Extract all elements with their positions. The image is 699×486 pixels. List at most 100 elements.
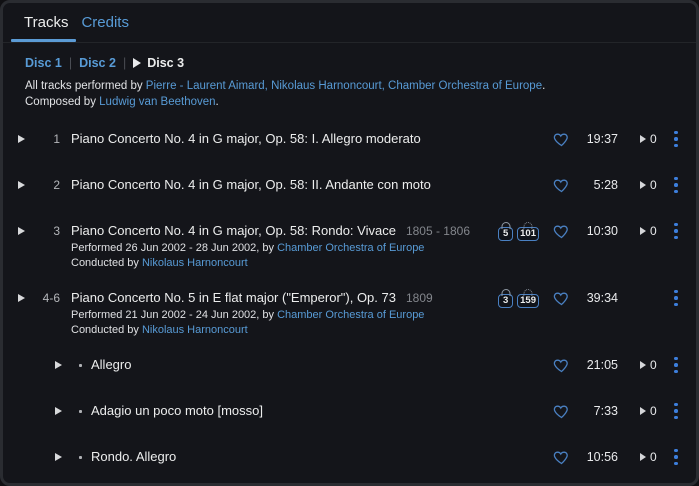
orchestra-link[interactable]: Chamber Orchestra of Europe — [277, 242, 424, 254]
track-title[interactable]: Piano Concerto No. 4 in G major, Op. 58:… — [71, 129, 543, 149]
favorite-heart-icon[interactable] — [553, 357, 570, 374]
composition-year: 1805 - 1806 — [405, 224, 470, 238]
composed-suffix: . — [215, 95, 219, 108]
track-title-cell: Piano Concerto No. 4 in G major, Op. 58:… — [71, 221, 488, 271]
badge-handle-dotted-icon — [523, 222, 533, 229]
play-icon — [55, 453, 62, 461]
favorite-heart-icon[interactable] — [553, 223, 570, 240]
movement-title[interactable]: Adagio un poco moto [mosso] — [91, 401, 543, 421]
track-menu-button[interactable] — [668, 289, 684, 307]
track-menu-button[interactable] — [668, 402, 684, 420]
conducted-detail: Conducted by Nikolaus Harnoncourt — [71, 256, 488, 271]
track-title-text: Piano Concerto No. 4 in G major, Op. 58:… — [71, 223, 396, 238]
track-row: 3 Piano Concerto No. 4 in G major, Op. 5… — [3, 208, 696, 275]
track-row: 2 Piano Concerto No. 4 in G major, Op. 5… — [3, 162, 696, 208]
work-title[interactable]: Piano Concerto No. 5 in E flat major ("E… — [71, 288, 488, 308]
track-menu-button[interactable] — [668, 356, 684, 374]
performed-detail: Performed 21 Jun 2002 - 24 Jun 2002, by … — [71, 308, 488, 323]
play-track-button[interactable] — [55, 355, 67, 375]
play-count: 0 — [630, 132, 664, 146]
movement-title-cell: Allegro — [91, 355, 543, 375]
track-title[interactable]: Piano Concerto No. 4 in G major, Op. 58:… — [71, 221, 488, 241]
track-title[interactable]: Piano Concerto No. 4 in G major, Op. 58:… — [71, 175, 543, 195]
album-credits-summary: All tracks performed by Pierre - Laurent… — [25, 79, 696, 110]
work-title-cell: Piano Concerto No. 5 in E flat major ("E… — [71, 288, 488, 338]
track-meta: 21:05 0 — [553, 355, 684, 375]
performed-detail-prefix: Performed 26 Jun 2002 - 28 Jun 2002, by — [71, 242, 278, 254]
play-count: 0 — [630, 404, 664, 418]
performed-by-line: All tracks performed by Pierre - Laurent… — [25, 79, 696, 95]
track-meta: 5 101 10:30 0 — [498, 221, 684, 241]
disc-3-current[interactable]: Disc 3 — [133, 56, 184, 70]
play-count-icon — [640, 181, 646, 189]
conducted-detail-prefix: Conducted by — [71, 324, 142, 336]
play-track-button[interactable] — [18, 175, 30, 195]
track-menu-button[interactable] — [668, 222, 684, 240]
conductor-link[interactable]: Nikolaus Harnoncourt — [142, 324, 248, 336]
movement-title-cell: Adagio un poco moto [mosso] — [91, 401, 543, 421]
tab-tracks[interactable]: Tracks — [10, 3, 77, 42]
disc-separator: | — [122, 56, 127, 70]
favorite-heart-icon[interactable] — [553, 449, 570, 466]
tab-credits[interactable]: Credits — [76, 3, 134, 42]
library-performances-badge[interactable]: 3 — [498, 289, 514, 308]
track-list: 1 Piano Concerto No. 4 in G major, Op. 5… — [3, 116, 696, 480]
track-menu-button[interactable] — [668, 176, 684, 194]
conducted-detail-prefix: Conducted by — [71, 257, 142, 269]
favorite-heart-icon[interactable] — [553, 177, 570, 194]
all-performances-badge[interactable]: 159 — [517, 289, 539, 308]
favorite-heart-icon[interactable] — [553, 290, 570, 307]
work-row: 4-6 Piano Concerto No. 5 in E flat major… — [3, 275, 696, 342]
performance-badges: 3 159 — [498, 288, 539, 308]
favorite-heart-icon[interactable] — [553, 131, 570, 148]
play-track-button[interactable] — [18, 221, 30, 241]
bullet-icon — [73, 401, 87, 421]
track-meta: 7:33 0 — [553, 401, 684, 421]
movement-row: Adagio un poco moto [mosso] 7:33 0 — [3, 388, 696, 434]
badge-handle-icon — [501, 289, 511, 296]
track-menu-button[interactable] — [668, 130, 684, 148]
all-performances-badge[interactable]: 101 — [517, 222, 539, 241]
play-track-button[interactable] — [55, 447, 67, 467]
track-number: 3 — [53, 224, 60, 238]
disc-1-link[interactable]: Disc 1 — [25, 56, 62, 70]
conductor-link[interactable]: Nikolaus Harnoncourt — [142, 257, 248, 269]
track-menu-button[interactable] — [668, 448, 684, 466]
play-icon — [18, 227, 25, 235]
work-title-text: Piano Concerto No. 5 in E flat major ("E… — [71, 290, 396, 305]
track-meta: 5:28 0 — [553, 175, 684, 195]
play-track-button[interactable] — [55, 401, 67, 421]
track-duration: 5:28 — [593, 178, 618, 192]
track-row: 1 Piano Concerto No. 4 in G major, Op. 5… — [3, 116, 696, 162]
play-triangle-icon — [133, 58, 142, 68]
track-duration: 10:30 — [586, 224, 618, 238]
library-performances-badge[interactable]: 5 — [498, 222, 514, 241]
disc-3-label: Disc 3 — [147, 56, 185, 70]
track-meta: 19:37 0 — [553, 129, 684, 149]
performance-badges: 5 101 — [498, 221, 539, 241]
disc-2-link[interactable]: Disc 2 — [79, 56, 116, 70]
play-icon — [55, 407, 62, 415]
disc-nav: Disc 1 | Disc 2 | Disc 3 — [25, 56, 696, 70]
badge-handle-icon — [501, 222, 511, 229]
play-count: 0 — [630, 224, 664, 238]
play-count-icon — [640, 135, 646, 143]
composer-link[interactable]: Ludwig van Beethoven — [99, 96, 215, 108]
track-meta: 10:56 0 — [553, 447, 684, 467]
favorite-heart-icon[interactable] — [553, 403, 570, 420]
performed-detail-prefix: Performed 21 Jun 2002 - 24 Jun 2002, by — [71, 309, 278, 321]
play-count-icon — [640, 453, 646, 461]
track-duration: 21:05 — [586, 358, 618, 372]
movement-title[interactable]: Allegro — [91, 355, 543, 375]
track-duration: 19:37 — [586, 132, 618, 146]
track-title-cell: Piano Concerto No. 4 in G major, Op. 58:… — [71, 175, 543, 195]
badge-handle-dotted-icon — [523, 289, 533, 296]
play-count: 0 — [630, 450, 664, 464]
play-count: 0 — [630, 358, 664, 372]
orchestra-link[interactable]: Chamber Orchestra of Europe — [277, 309, 424, 321]
play-work-button[interactable] — [18, 288, 30, 308]
movement-title[interactable]: Rondo. Allegro — [91, 447, 543, 467]
performed-suffix: . — [542, 80, 546, 92]
performers-link[interactable]: Pierre - Laurent Aimard, Nikolaus Harnon… — [146, 80, 542, 92]
play-track-button[interactable] — [18, 129, 30, 149]
